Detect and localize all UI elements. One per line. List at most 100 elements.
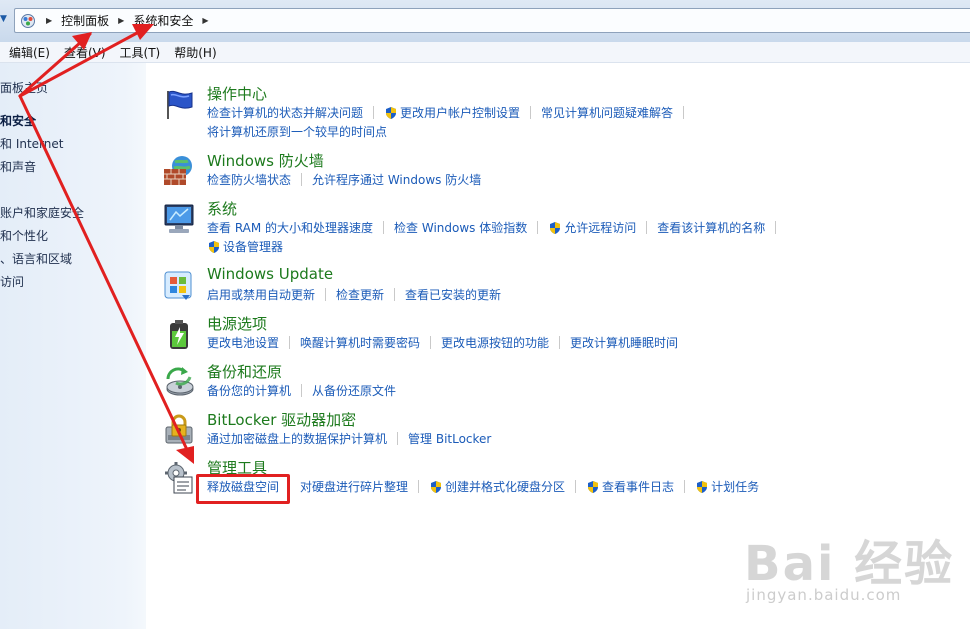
link-uac-settings[interactable]: 更改用户帐户控制设置 bbox=[384, 104, 520, 121]
link-check-updates[interactable]: 检查更新 bbox=[336, 286, 384, 303]
section-title[interactable]: BitLocker 驱动器加密 bbox=[207, 409, 356, 430]
section-title[interactable]: 备份和还原 bbox=[207, 361, 282, 382]
breadcrumb[interactable]: ▶ 控制面板 ▶ 系统和安全 ▶ bbox=[14, 8, 970, 33]
address-bar: ▼ ▶ 控制面板 ▶ 系统和安全 ▶ bbox=[0, 0, 970, 42]
link-label: 更改电源按钮的功能 bbox=[441, 336, 550, 350]
link-system-restore[interactable]: 将计算机还原到一个较早的时间点 bbox=[207, 123, 387, 140]
menu-help[interactable]: 帮助(H) bbox=[167, 44, 223, 61]
link-installed-updates[interactable]: 查看已安装的更新 bbox=[405, 286, 501, 303]
shield-icon bbox=[431, 480, 442, 493]
link-label: 更改电池设置 bbox=[207, 336, 280, 350]
link-label: 从备份还原文件 bbox=[312, 384, 397, 398]
section-windows-firewall: Windows 防火墙 检查防火墙状态 允许程序通过 Windows 防火墙 bbox=[162, 150, 962, 190]
link-label: 检查更新 bbox=[336, 288, 385, 302]
link-power-button[interactable]: 更改电源按钮的功能 bbox=[441, 334, 549, 351]
section-power-options: 电源选项 更改电池设置 唤醒计算机时需要密码 更改电源按钮的功能 更改计算机睡眠… bbox=[162, 313, 962, 353]
watermark-brand: Bai 经验 bbox=[744, 536, 955, 592]
menu-tools[interactable]: 工具(T) bbox=[113, 44, 168, 61]
link-defragment[interactable]: 对硬盘进行碎片整理 bbox=[300, 478, 408, 495]
divider bbox=[289, 336, 291, 349]
link-label: 创建并格式化硬盘分区 bbox=[445, 480, 566, 494]
link-label: 更改用户帐户控制设置 bbox=[400, 106, 521, 120]
link-partition[interactable]: 创建并格式化硬盘分区 bbox=[429, 478, 565, 495]
section-bitlocker: BitLocker 驱动器加密 通过加密磁盘上的数据保护计算机 管理 BitLo… bbox=[162, 409, 962, 449]
section-title[interactable]: Windows 防火墙 bbox=[207, 150, 324, 171]
divider bbox=[683, 106, 685, 119]
link-label: 通过加密磁盘上的数据保护计算机 bbox=[207, 432, 388, 446]
shield-icon bbox=[209, 240, 219, 253]
control-panel-icon bbox=[19, 12, 37, 30]
nav-system-security[interactable]: 和安全 bbox=[0, 112, 36, 129]
link-backup-computer[interactable]: 备份您的计算机 bbox=[207, 382, 291, 399]
link-label: 查看 RAM 的大小和处理器速度 bbox=[207, 221, 374, 235]
link-firewall-status[interactable]: 检查防火墙状态 bbox=[207, 171, 291, 188]
nav-clock-language[interactable]: 、语言和区域 bbox=[0, 250, 72, 267]
link-view-ram[interactable]: 查看 RAM 的大小和处理器速度 bbox=[207, 219, 373, 236]
menu-edit[interactable]: 编辑(E) bbox=[0, 44, 57, 61]
divider bbox=[559, 336, 561, 349]
chevron-right-icon[interactable]: ▶ bbox=[202, 16, 208, 25]
divider bbox=[325, 288, 327, 301]
link-label: 查看已安装的更新 bbox=[405, 288, 502, 302]
section-windows-update: Windows Update 启用或禁用自动更新 检查更新 查看已安装的更新 bbox=[162, 265, 962, 305]
link-label: 查看事件日志 bbox=[602, 480, 675, 494]
link-label: 对硬盘进行碎片整理 bbox=[300, 480, 409, 494]
divider bbox=[530, 106, 532, 119]
nav-ease-of-access[interactable]: 访问 bbox=[0, 273, 24, 290]
link-sleep-time[interactable]: 更改计算机睡眠时间 bbox=[570, 334, 678, 351]
link-computer-name[interactable]: 查看该计算机的名称 bbox=[657, 219, 765, 236]
link-check-status[interactable]: 检查计算机的状态并解决问题 bbox=[207, 104, 363, 121]
link-experience-index[interactable]: 检查 Windows 体验指数 bbox=[394, 219, 527, 236]
section-title[interactable]: 系统 bbox=[207, 198, 237, 219]
link-auto-update[interactable]: 启用或禁用自动更新 bbox=[207, 286, 315, 303]
link-battery-settings[interactable]: 更改电池设置 bbox=[207, 334, 279, 351]
firewall-icon bbox=[164, 156, 192, 185]
nav-hardware-sound[interactable]: 和声音 bbox=[0, 158, 36, 175]
divider bbox=[373, 106, 375, 119]
link-encrypt-disk[interactable]: 通过加密磁盘上的数据保护计算机 bbox=[207, 430, 387, 447]
link-remote-access[interactable]: 允许远程访问 bbox=[548, 219, 636, 236]
shield-icon bbox=[697, 480, 708, 493]
link-wake-password[interactable]: 唤醒计算机时需要密码 bbox=[300, 334, 420, 351]
link-allow-program[interactable]: 允许程序通过 Windows 防火墙 bbox=[312, 171, 481, 188]
link-label: 管理 BitLocker bbox=[408, 432, 492, 446]
divider bbox=[397, 432, 399, 445]
shield-icon bbox=[386, 106, 397, 119]
section-action-center: 操作中心 检查计算机的状态并解决问题 更改用户帐户控制设置 常见计算机问题疑难解… bbox=[162, 83, 962, 143]
battery-icon bbox=[170, 320, 188, 349]
breadcrumb-system-security[interactable]: 系统和安全 bbox=[133, 12, 193, 29]
highlight-box bbox=[196, 474, 290, 504]
chevron-right-icon[interactable]: ▶ bbox=[46, 16, 52, 25]
chevron-right-icon[interactable]: ▶ bbox=[118, 16, 124, 25]
link-restore-files[interactable]: 从备份还原文件 bbox=[312, 382, 396, 399]
nav-network-internet[interactable]: 和 Internet bbox=[0, 135, 63, 152]
divider bbox=[684, 480, 686, 493]
nav-appearance[interactable]: 和个性化 bbox=[0, 227, 48, 244]
nav-control-panel-home[interactable]: 面板主页 bbox=[0, 79, 48, 96]
breadcrumb-control-panel[interactable]: 控制面板 bbox=[61, 12, 109, 29]
link-troubleshoot[interactable]: 常见计算机问题疑难解答 bbox=[541, 104, 673, 121]
link-label: 唤醒计算机时需要密码 bbox=[300, 336, 421, 350]
divider bbox=[775, 221, 777, 234]
control-panel-window: ▼ ▶ 控制面板 ▶ 系统和安全 ▶ 编辑(E) 查看(V) 工具(T) 帮助(… bbox=[0, 0, 970, 629]
section-title[interactable]: 操作中心 bbox=[207, 83, 267, 104]
link-event-log[interactable]: 查看事件日志 bbox=[586, 478, 674, 495]
link-manage-bitlocker[interactable]: 管理 BitLocker bbox=[408, 430, 491, 447]
bitlocker-icon bbox=[165, 414, 193, 444]
nav-user-accounts[interactable]: 账户和家庭安全 bbox=[0, 204, 84, 221]
link-label: 计划任务 bbox=[711, 480, 760, 494]
nav-dropdown-icon[interactable]: ▼ bbox=[0, 14, 12, 26]
link-task-scheduler[interactable]: 计划任务 bbox=[695, 478, 759, 495]
link-label: 启用或禁用自动更新 bbox=[207, 288, 316, 302]
section-title[interactable]: Windows Update bbox=[207, 265, 333, 283]
backup-icon bbox=[166, 367, 194, 396]
link-device-manager[interactable]: 设备管理器 bbox=[207, 238, 283, 255]
section-title[interactable]: 电源选项 bbox=[207, 313, 267, 334]
divider bbox=[646, 221, 648, 234]
left-nav-pane: 面板主页 和安全 和 Internet 和声音 账户和家庭安全 和个性化 、语言… bbox=[0, 63, 146, 629]
divider bbox=[430, 336, 432, 349]
watermark: Bai 经验 jingyan.baidu.com bbox=[744, 524, 964, 624]
menu-view[interactable]: 查看(V) bbox=[57, 44, 113, 61]
computer-icon bbox=[164, 204, 194, 233]
link-label: 允许程序通过 Windows 防火墙 bbox=[312, 173, 482, 187]
